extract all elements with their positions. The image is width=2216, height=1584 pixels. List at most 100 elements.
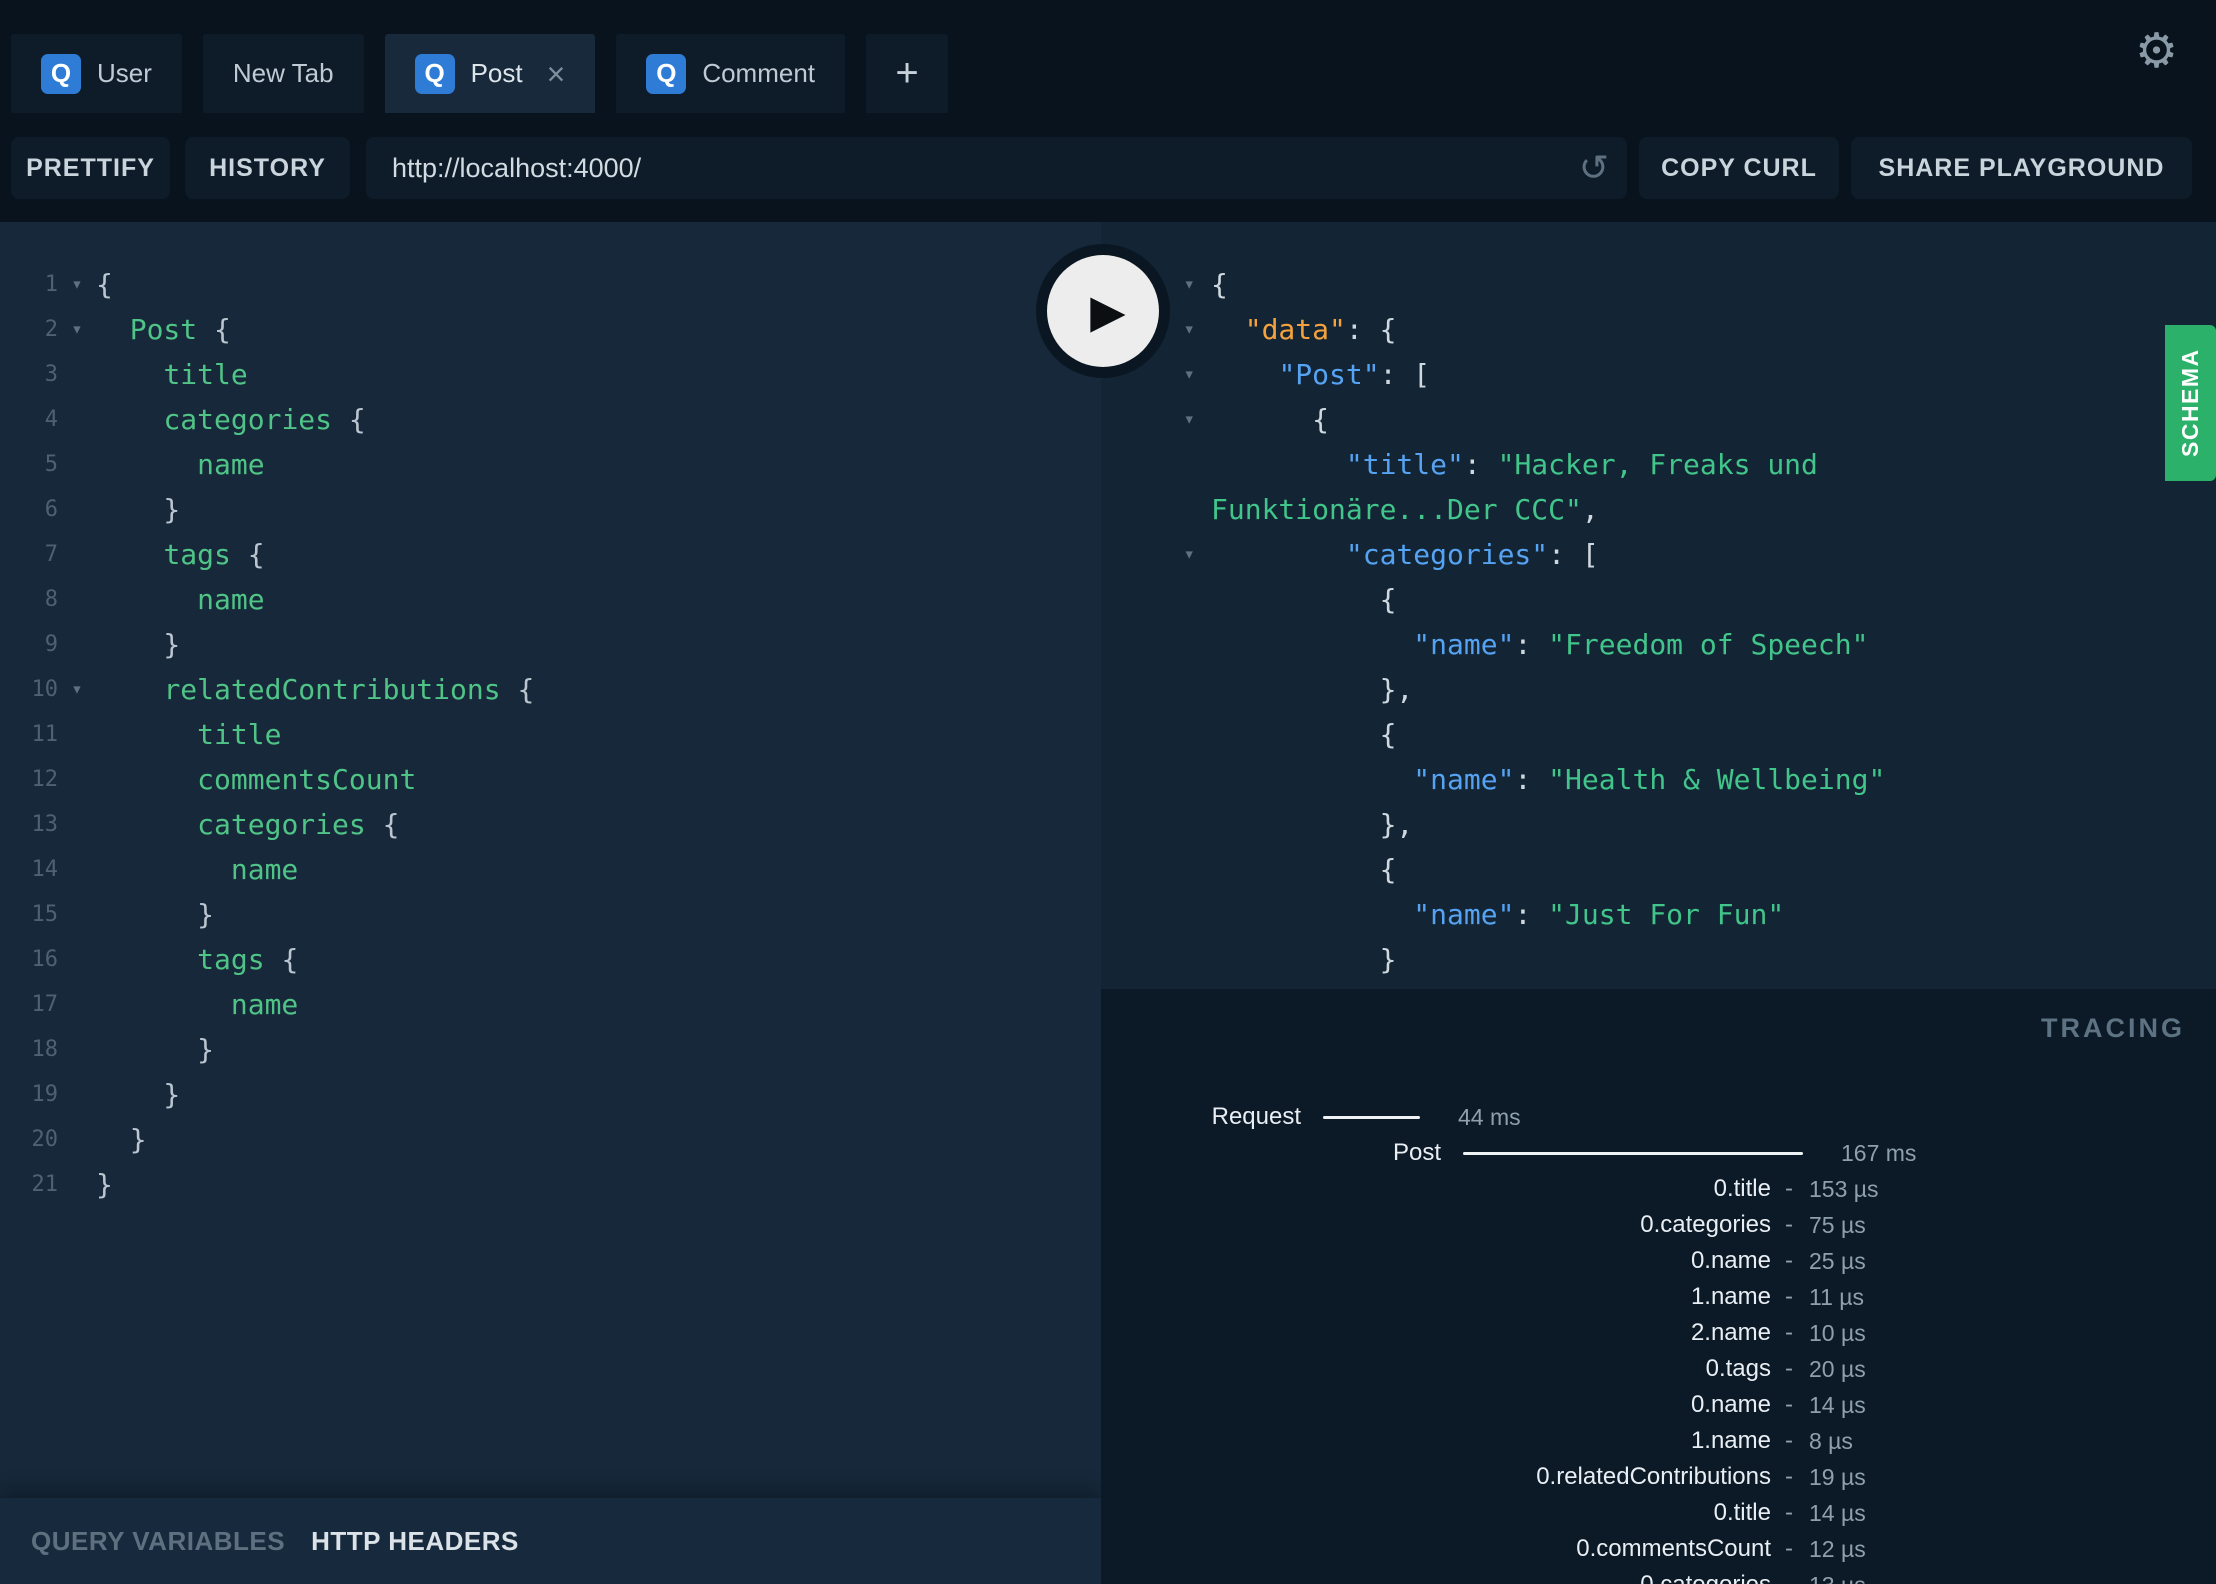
execute-button[interactable]: ▶ — [1036, 244, 1170, 378]
trace-row: 0.title -153 µs — [1101, 1171, 2216, 1207]
close-icon[interactable]: × — [547, 58, 566, 90]
trace-label: Request — [1211, 1103, 1301, 1130]
editor-line: 13 categories { — [0, 802, 1101, 847]
code-text: } — [96, 1078, 181, 1111]
code-text: "categories": [ — [1345, 538, 1599, 571]
code-text: relatedContributions { — [163, 673, 535, 706]
main-area: 1 ▾{2 ▾ Post {3 title 4 categories {5 name 6… — [0, 222, 2216, 1584]
editor-line: 15 } — [0, 892, 1101, 937]
line-number: 5 — [44, 452, 58, 477]
fold-arrow-icon[interactable]: ▾ — [58, 307, 96, 352]
trace-time: 44 ms — [1458, 1103, 1521, 1130]
copy-curl-button[interactable]: COPY CURL — [1639, 137, 1839, 199]
response-line: ▾ "data": { — [1101, 307, 2216, 352]
line-number: 13 — [31, 812, 59, 837]
editor-line: 3 title — [0, 352, 1101, 397]
trace-dash: - — [1785, 1535, 1793, 1562]
response-line: "name": "Health & Wellbeing" — [1101, 757, 2216, 802]
history-button[interactable]: HISTORY — [185, 137, 350, 199]
fold-arrow-icon[interactable]: ▾ — [1101, 397, 1211, 442]
trace-label: 0.tags — [1705, 1355, 1771, 1382]
prettify-button[interactable]: PRETTIFY — [11, 137, 170, 199]
trace-label: 0.categories — [1640, 1211, 1771, 1238]
schema-side-tab[interactable]: SCHEMA — [2165, 325, 2216, 481]
code-text: categories { — [197, 808, 400, 841]
code-text: name — [197, 448, 265, 481]
fold-arrow-icon[interactable]: ▾ — [58, 667, 96, 712]
add-tab-button[interactable]: + — [866, 34, 949, 113]
tracing-panel: TRACING Request 44 ms Post 167 ms 0.title -15… — [1101, 989, 2216, 1584]
trace-row: 0.categories - 13 µs — [1101, 1567, 2216, 1584]
trace-row: Request 44 ms — [1101, 1099, 2216, 1135]
response-line: }, — [1101, 802, 2216, 847]
code-text: } — [96, 493, 181, 526]
fold-arrow-icon[interactable]: ▾ — [1101, 532, 1211, 577]
trace-label: 0.relatedContributions — [1536, 1463, 1771, 1490]
editor-line: 17 name — [0, 982, 1101, 1027]
line-number: 16 — [31, 947, 59, 972]
code-text: } — [96, 1033, 215, 1066]
line-number: 21 — [31, 1172, 59, 1197]
trace-label: 1.name — [1690, 1427, 1771, 1454]
code-text: commentsCount — [197, 763, 417, 796]
trace-row: 0.categories -75 µs — [1101, 1207, 2216, 1243]
code-text: }, — [1211, 673, 1414, 706]
code-text: categories { — [163, 403, 366, 436]
line-number: 7 — [44, 542, 58, 567]
url-input[interactable] — [366, 152, 1561, 184]
code-text: name — [230, 988, 299, 1021]
trace-duration-bar — [1323, 1115, 1420, 1119]
response-viewer: ▾{▾ "data": {▾ "Post": [▾ { "title": "Ha… — [1101, 222, 2216, 989]
reload-icon[interactable]: ↺ — [1561, 147, 1627, 189]
fold-arrow-icon[interactable]: ▾ — [58, 262, 96, 307]
result-pane: ▾{▾ "data": {▾ "Post": [▾ { "title": "Ha… — [1101, 222, 2216, 1584]
http-headers-tab[interactable]: HTTP HEADERS — [311, 1526, 519, 1557]
trace-row: 0.name -14 µs — [1101, 1387, 2216, 1423]
tab-comment[interactable]: Q Comment — [616, 34, 846, 113]
line-number: 12 — [31, 767, 59, 792]
response-line: "title": "Hacker, Freaks und Funktionäre… — [1101, 442, 2216, 532]
response-line: } — [1101, 937, 2216, 982]
trace-row: 0.tags -20 µs — [1101, 1351, 2216, 1387]
trace-dash: - — [1785, 1211, 1793, 1238]
tab-post[interactable]: Q Post × — [384, 34, 596, 113]
share-playground-button[interactable]: SHARE PLAYGROUND — [1851, 137, 2192, 199]
trace-time: 75 µs — [1809, 1211, 1866, 1238]
code-text: } — [96, 1168, 113, 1201]
line-number: 15 — [31, 902, 59, 927]
trace-duration-bar — [1463, 1151, 1803, 1155]
gear-icon[interactable]: ⚙ — [2135, 28, 2178, 76]
trace-label: 0.categories — [1101, 1571, 1771, 1584]
tab-new-tab[interactable]: New Tab — [202, 34, 364, 113]
code-text: } — [96, 1123, 147, 1156]
trace-time: 153 µs — [1809, 1175, 1879, 1202]
query-variables-tab[interactable]: QUERY VARIABLES — [31, 1526, 285, 1557]
trace-dash: - — [1785, 1463, 1793, 1490]
code-text: }, — [1211, 808, 1414, 841]
trace-time: 12 µs — [1809, 1535, 1866, 1562]
query-editor[interactable]: 1 ▾{2 ▾ Post {3 title 4 categories {5 name 6… — [0, 222, 1101, 1498]
response-line: "name": "Freedom of Speech" — [1101, 622, 2216, 667]
response-line: ] — [1101, 982, 2216, 989]
trace-dash: - — [1785, 1319, 1793, 1346]
trace-label: 0.title — [1713, 1175, 1771, 1202]
code-text: title — [197, 718, 282, 751]
line-number: 3 — [44, 362, 58, 387]
editor-bottom-bar: QUERY VARIABLES HTTP HEADERS — [0, 1498, 1101, 1584]
tab-user[interactable]: Q User — [11, 34, 182, 113]
